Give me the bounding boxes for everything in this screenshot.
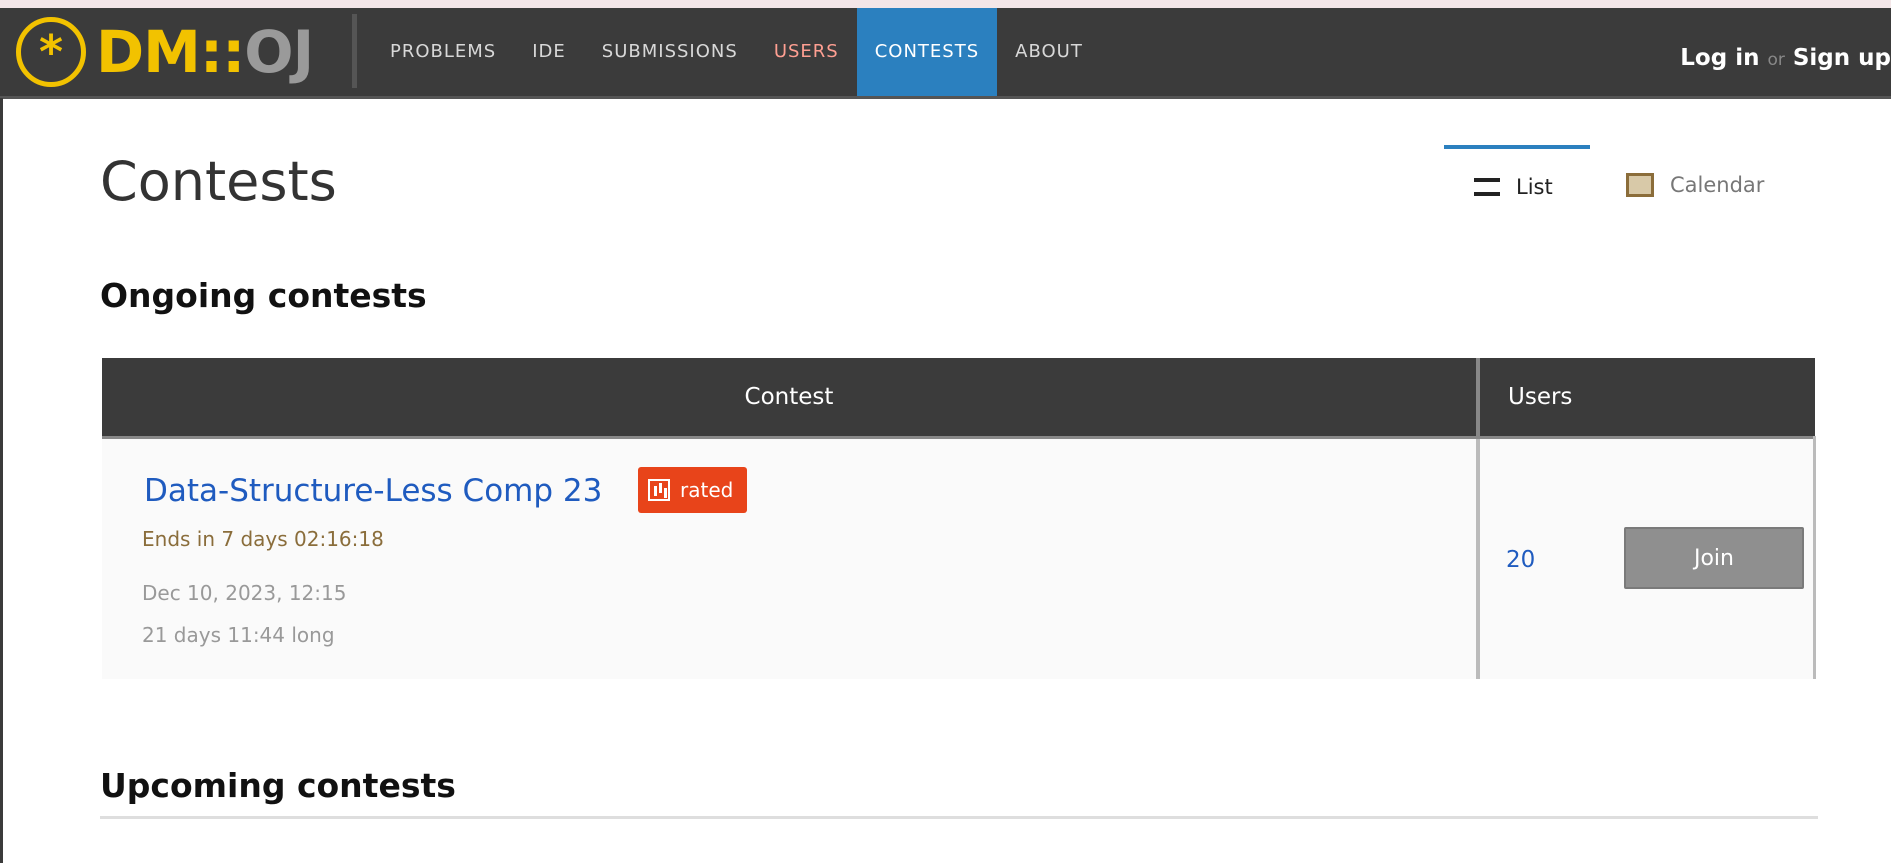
tab-list-label: List bbox=[1516, 175, 1553, 199]
browser-top-strip bbox=[0, 0, 1891, 8]
page-title: Contests bbox=[100, 150, 337, 213]
nav-divider bbox=[352, 14, 357, 88]
contest-cell: Data-Structure-Less Comp 23 rated Ends i… bbox=[102, 436, 1480, 679]
ongoing-contests-table: Contest Users Data-Structure-Less Comp 2… bbox=[102, 358, 1816, 679]
logo-oj-text: OJ bbox=[244, 18, 314, 86]
upcoming-contests-heading: Upcoming contests bbox=[100, 766, 456, 805]
table-row: Data-Structure-Less Comp 23 rated Ends i… bbox=[102, 436, 1816, 679]
ongoing-contests-heading: Ongoing contests bbox=[100, 276, 427, 315]
tab-calendar[interactable]: Calendar bbox=[1590, 145, 1764, 225]
nav-item-ide[interactable]: Ide bbox=[514, 8, 584, 96]
list-icon bbox=[1474, 178, 1500, 196]
nav-item-submissions[interactable]: Submissions bbox=[584, 8, 756, 96]
page-left-border bbox=[0, 98, 3, 863]
nav-item-about[interactable]: About bbox=[997, 8, 1101, 96]
rated-badge-label: rated bbox=[680, 478, 734, 502]
contest-name-link[interactable]: Data-Structure-Less Comp 23 bbox=[144, 473, 602, 509]
nav-item-contests[interactable]: Contests bbox=[856, 8, 998, 96]
auth-links: Log in or Sign up bbox=[1680, 8, 1891, 96]
top-navbar: * DM::OJ Problems Ide Submissions Users … bbox=[0, 8, 1891, 99]
nav-item-users[interactable]: Users bbox=[756, 8, 857, 96]
view-tabs: List Calendar bbox=[1444, 145, 1764, 225]
logo-dm-text: DM bbox=[96, 18, 201, 86]
contest-ends-in: Ends in 7 days 02:16:18 bbox=[142, 527, 384, 551]
rated-badge: rated bbox=[638, 467, 748, 513]
calendar-icon bbox=[1626, 173, 1654, 197]
contest-duration: 21 days 11:44 long bbox=[142, 623, 335, 647]
nav-item-problems[interactable]: Problems bbox=[372, 8, 514, 96]
asterisk-logo-icon: * bbox=[16, 17, 86, 87]
column-header-contest: Contest bbox=[102, 358, 1480, 438]
table-header-row: Contest Users bbox=[102, 358, 1815, 438]
signup-link[interactable]: Sign up bbox=[1793, 45, 1891, 71]
site-logo[interactable]: * DM::OJ bbox=[16, 12, 314, 92]
chart-icon bbox=[648, 479, 670, 501]
column-header-users: Users bbox=[1478, 358, 1815, 438]
logo-separator: :: bbox=[199, 18, 245, 86]
nav-menu: Problems Ide Submissions Users Contests … bbox=[372, 8, 1101, 96]
tab-calendar-label: Calendar bbox=[1670, 173, 1765, 197]
join-button[interactable]: Join bbox=[1624, 527, 1804, 589]
section-divider bbox=[100, 816, 1818, 819]
users-cell: 20 Join bbox=[1478, 436, 1816, 679]
tab-list[interactable]: List bbox=[1444, 145, 1590, 225]
auth-or-text: or bbox=[1767, 50, 1785, 70]
user-count-link[interactable]: 20 bbox=[1506, 547, 1535, 573]
login-link[interactable]: Log in bbox=[1680, 45, 1759, 71]
logo-wordmark: DM::OJ bbox=[96, 18, 314, 86]
contest-start-time: Dec 10, 2023, 12:15 bbox=[142, 581, 347, 605]
